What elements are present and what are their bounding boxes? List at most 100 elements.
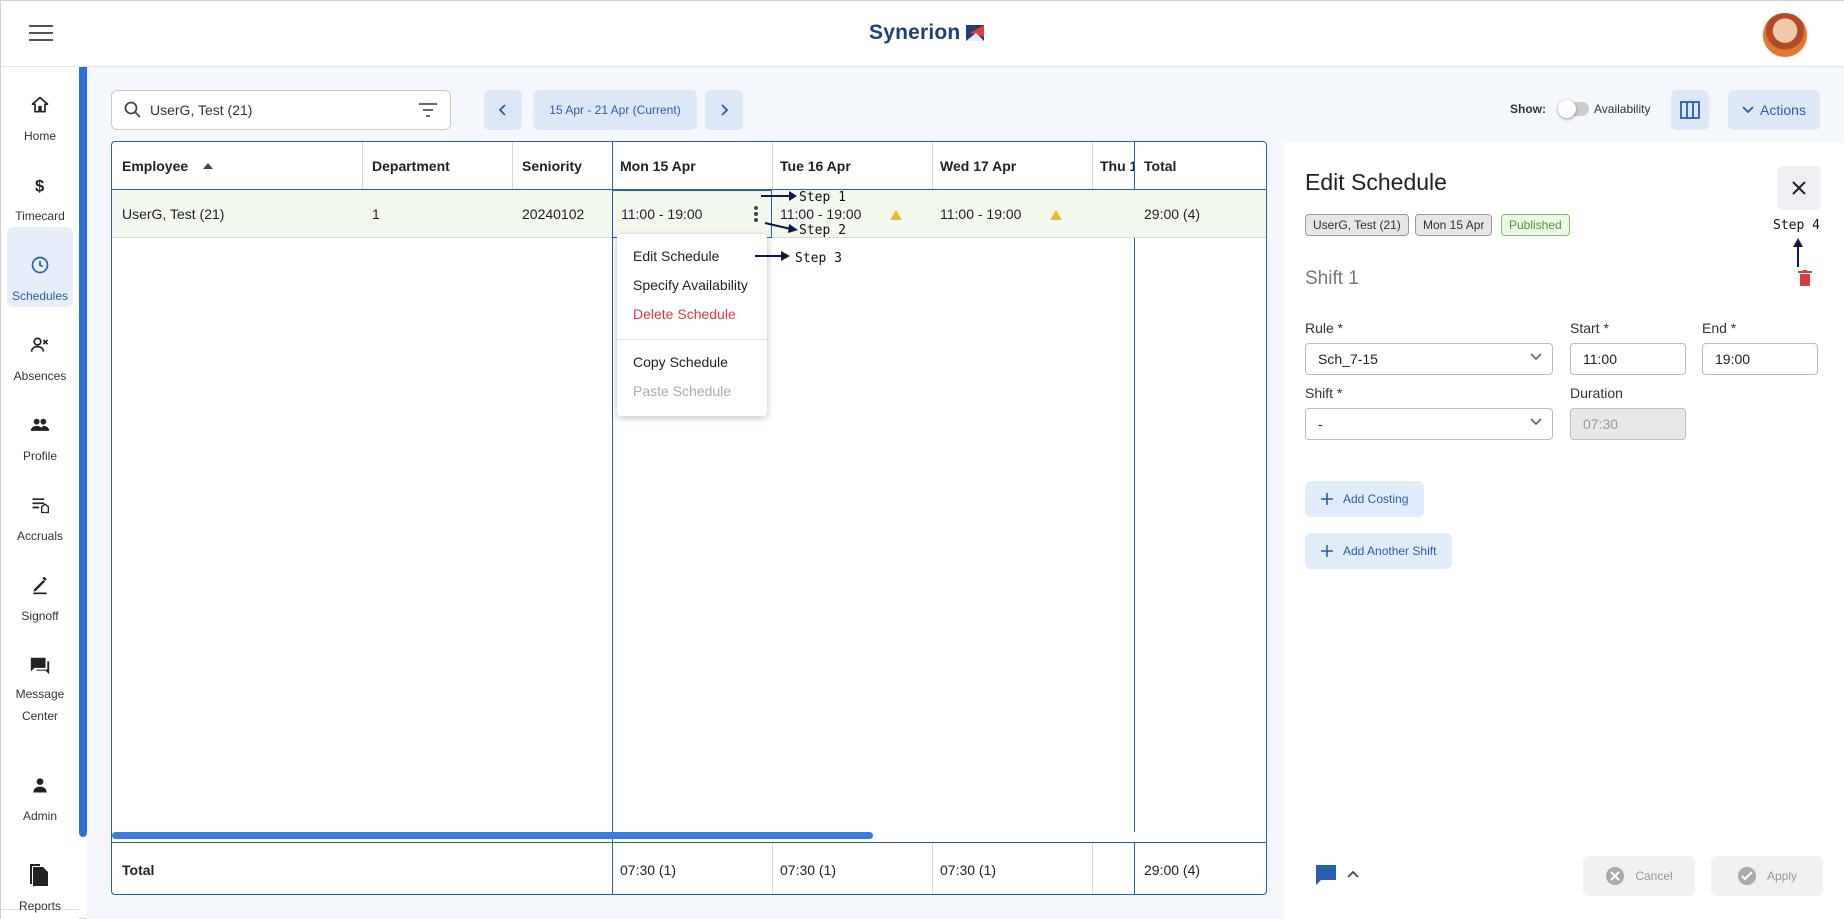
- next-week-button[interactable]: [705, 90, 743, 130]
- shift-value: -: [1318, 416, 1323, 432]
- menu-item-edit-schedule[interactable]: Edit Schedule: [633, 248, 719, 264]
- end-time-field[interactable]: 19:00: [1702, 343, 1818, 375]
- annotation-arrow-4: [1793, 238, 1803, 267]
- nav-item-signoff[interactable]: Signoff: [7, 547, 73, 627]
- nav-label: Absences: [13, 369, 67, 383]
- actions-button[interactable]: Actions: [1728, 90, 1820, 130]
- nav-item-schedules[interactable]: Schedules: [7, 227, 73, 307]
- col-header-tue[interactable]: Tue 16 Apr: [772, 142, 932, 190]
- col-header-department[interactable]: Department: [362, 142, 512, 190]
- nav-item-timecard[interactable]: $ Timecard: [7, 147, 73, 227]
- shift-time: 11:00 - 19:00: [940, 205, 1022, 222]
- menu-item-specify-availability[interactable]: Specify Availability: [633, 277, 748, 293]
- user-avatar[interactable]: [1761, 11, 1809, 59]
- cell-wed-shift[interactable]: 11:00 - 19:00: [932, 190, 1092, 238]
- search-input[interactable]: [150, 102, 418, 118]
- filter-icon[interactable]: [418, 102, 438, 118]
- reports-icon: [30, 864, 48, 886]
- nav-item-absences[interactable]: Absences: [7, 307, 73, 387]
- col-header-mon[interactable]: Mon 15 Apr: [612, 142, 772, 190]
- col-divider: [612, 142, 613, 894]
- actions-label: Actions: [1760, 102, 1806, 118]
- annotation-arrows: [761, 191, 798, 233]
- nav-item-home[interactable]: Home: [7, 67, 73, 147]
- columns-button[interactable]: [1671, 90, 1709, 130]
- start-label: Start *: [1570, 320, 1609, 336]
- cancel-button[interactable]: Cancel: [1583, 856, 1695, 896]
- search-box[interactable]: [111, 90, 451, 130]
- comment-icon[interactable]: [1315, 864, 1337, 886]
- chat-icon: [30, 657, 50, 675]
- nav-item-reports[interactable]: Reports: [7, 855, 73, 919]
- panel-title: Edit Schedule: [1305, 169, 1447, 195]
- nav-label: Profile: [22, 449, 57, 463]
- chevron-up-icon[interactable]: [1347, 870, 1359, 878]
- nav-scrollbar[interactable]: [79, 67, 87, 837]
- menu-icon[interactable]: [29, 25, 53, 43]
- close-button[interactable]: [1777, 166, 1821, 210]
- availability-label: Availability: [1594, 102, 1651, 116]
- add-costing-label: Add Costing: [1343, 492, 1409, 506]
- cell-employee[interactable]: UserG, Test (21): [112, 190, 362, 238]
- chip-date: Mon 15 Apr: [1415, 214, 1493, 236]
- date-range-button[interactable]: 15 Apr - 21 Apr (Current): [533, 90, 697, 130]
- shift-label: Shift *: [1305, 385, 1343, 401]
- chevron-right-icon: [721, 104, 729, 116]
- dollar-icon: $: [35, 177, 45, 195]
- col-header-total[interactable]: Total: [1134, 142, 1266, 190]
- nav-label: Reports: [18, 899, 62, 913]
- availability-toggle[interactable]: [1558, 100, 1589, 118]
- nav-item-profile[interactable]: Profile: [7, 387, 73, 467]
- check-icon: [1737, 867, 1756, 885]
- col-header-employee[interactable]: Employee: [112, 142, 362, 190]
- cell-thu-shift[interactable]: [1092, 190, 1134, 238]
- start-time-field[interactable]: 11:00: [1570, 343, 1686, 375]
- add-another-shift-button[interactable]: Add Another Shift: [1305, 533, 1453, 569]
- search-icon: [124, 101, 141, 118]
- shift-select[interactable]: -: [1305, 408, 1553, 440]
- cell-mon-shift[interactable]: 11:00 - 19:00: [612, 190, 772, 238]
- warning-icon: [890, 210, 902, 220]
- end-label: End *: [1702, 320, 1737, 336]
- nav-label-line1: Message: [15, 687, 65, 701]
- rule-select[interactable]: Sch_7-15: [1305, 343, 1553, 375]
- columns-icon: [1680, 101, 1700, 119]
- totals-total: 29:00 (4): [1134, 842, 1266, 894]
- totals-thu: [1092, 842, 1134, 894]
- menu-divider: [617, 339, 767, 340]
- totals-tue: 07:30 (1): [772, 842, 932, 894]
- delete-shift-icon[interactable]: [1798, 270, 1812, 286]
- menu-item-copy-schedule[interactable]: Copy Schedule: [633, 354, 728, 370]
- totals-wed: 07:30 (1): [932, 842, 1092, 894]
- rule-value: Sch_7-15: [1318, 351, 1378, 367]
- nav-item-accruals[interactable]: Accruals: [7, 467, 73, 547]
- col-header-thu[interactable]: Thu 1: [1092, 142, 1134, 190]
- cell-total: 29:00 (4): [1134, 190, 1266, 238]
- nav-label: Home: [23, 129, 56, 143]
- col-header-seniority[interactable]: Seniority: [512, 142, 612, 190]
- chevron-down-icon: [1530, 353, 1542, 361]
- nav-label-line2: Center: [21, 709, 58, 723]
- close-icon: [1792, 181, 1806, 195]
- shift-title: Shift 1: [1305, 268, 1359, 289]
- add-shift-label: Add Another Shift: [1343, 544, 1437, 558]
- totals-label: Total: [112, 842, 612, 894]
- person-x-icon: [30, 337, 49, 352]
- nav-item-message-center[interactable]: Message Center: [7, 627, 73, 727]
- nav-label: Timecard: [15, 209, 65, 223]
- grid-hscrollbar[interactable]: [112, 832, 873, 839]
- brand-mark-icon: [966, 25, 985, 41]
- nav-label: Message Center: [16, 683, 65, 727]
- clock-icon: [31, 256, 49, 274]
- totals-mon: 07:30 (1): [612, 842, 772, 894]
- prev-week-button[interactable]: [484, 90, 522, 130]
- menu-item-delete-schedule[interactable]: Delete Schedule: [633, 306, 736, 322]
- col-header-wed[interactable]: Wed 17 Apr: [932, 142, 1092, 190]
- add-costing-button[interactable]: Add Costing: [1305, 481, 1425, 517]
- app-window: Synerion Home $ Timecard Schedules Absen…: [0, 0, 1844, 919]
- apply-label: Apply: [1766, 869, 1798, 883]
- edit-schedule-panel: Edit Schedule UserG, Test (21) Mon 15 Ap…: [1283, 142, 1844, 919]
- nav-label: Accruals: [16, 529, 63, 543]
- nav-item-admin[interactable]: Admin: [7, 747, 73, 827]
- apply-button[interactable]: Apply: [1711, 856, 1823, 896]
